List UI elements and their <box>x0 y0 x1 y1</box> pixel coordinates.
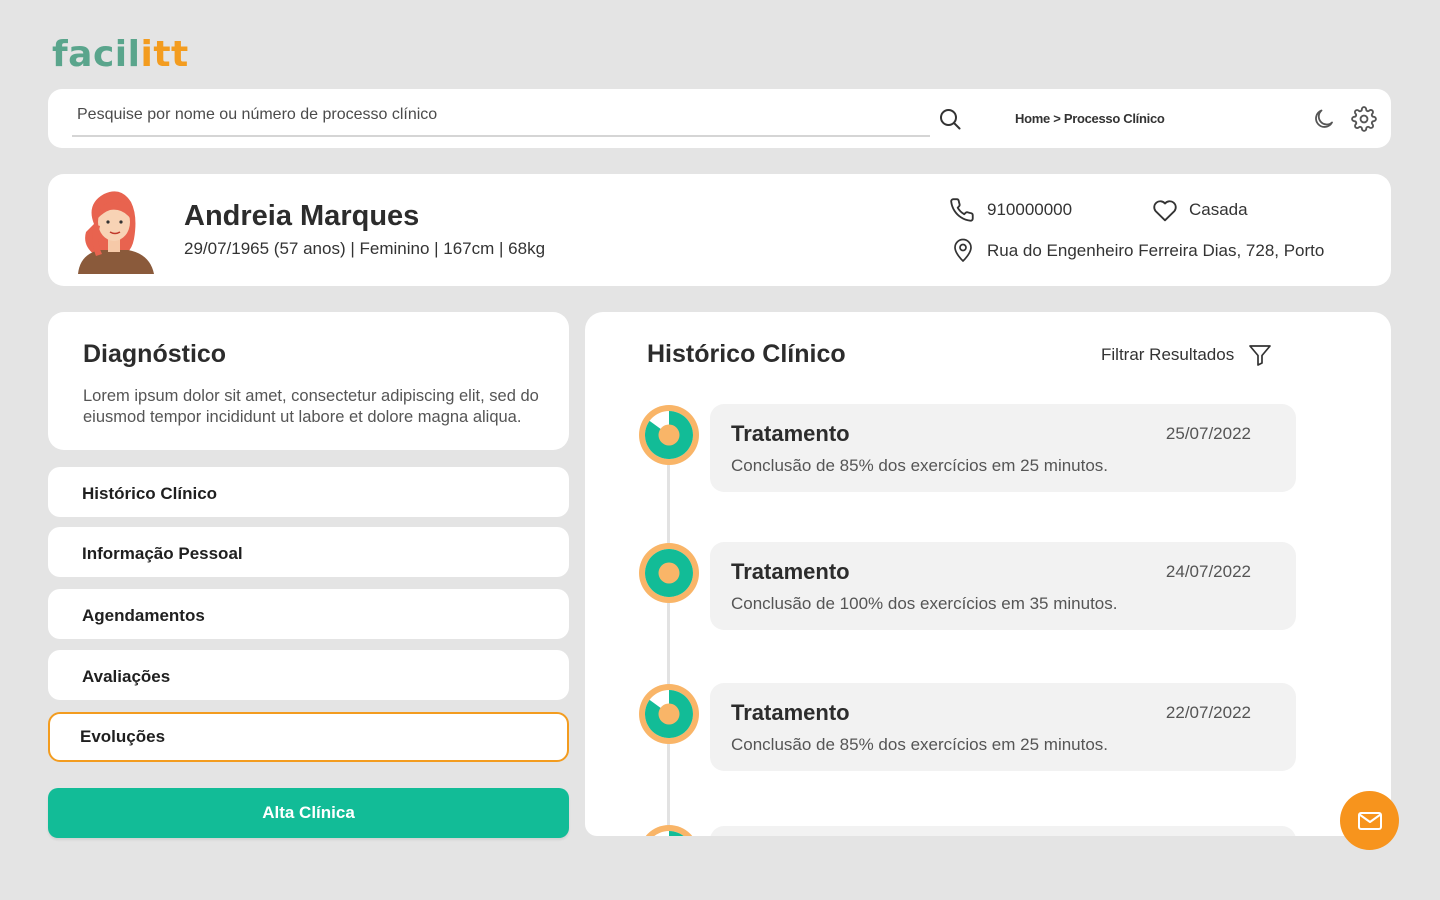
discharge-button[interactable]: Alta Clínica <box>48 788 569 838</box>
entry-description: Conclusão de 85% dos exercícios em 25 mi… <box>731 735 1109 754</box>
patient-avatar <box>78 191 154 274</box>
filter-icon <box>1249 345 1272 366</box>
entry-date: 25/07/2022 <box>1165 424 1251 443</box>
heart-icon <box>1153 200 1177 222</box>
clinical-history-panel: Histórico Clínico Filtrar Resultados Tra… <box>585 312 1391 836</box>
patient-details: 29/07/1965 (57 anos) | Feminino | 167cm … <box>184 239 546 258</box>
patient-name: Andreia Marques <box>184 200 420 232</box>
history-entry-partial[interactable] <box>710 826 1296 836</box>
timeline-line <box>667 434 670 836</box>
logo-text-part1: facil <box>52 34 141 75</box>
search-field <box>72 99 930 137</box>
patient-card: Andreia Marques 29/07/1965 (57 anos) | F… <box>48 174 1391 286</box>
filter-results-button[interactable]: Filtrar Resultados <box>1101 344 1272 366</box>
app-logo[interactable]: facilitt <box>52 34 189 75</box>
nav-evolucoes[interactable]: Evoluções <box>48 712 569 762</box>
history-entry[interactable]: Tratamento 25/07/2022 Conclusão de 85% d… <box>710 404 1296 492</box>
gear-icon[interactable] <box>1351 106 1377 132</box>
message-button[interactable] <box>1340 791 1399 850</box>
progress-ring <box>639 543 699 603</box>
breadcrumb[interactable]: Home > Processo Clínico <box>1015 111 1165 126</box>
nav-avaliacoes[interactable]: Avaliações <box>48 650 569 700</box>
entry-description: Conclusão de 100% dos exercícios em 35 m… <box>731 594 1118 613</box>
search-input[interactable] <box>72 99 930 131</box>
patient-phone: 910000000 <box>987 200 1073 219</box>
patient-address: Rua do Engenheiro Ferreira Dias, 728, Po… <box>987 241 1325 260</box>
diagnosis-title: Diagnóstico <box>83 340 227 368</box>
filter-label: Filtrar Resultados <box>1101 345 1235 364</box>
moon-icon[interactable] <box>1312 107 1336 131</box>
mail-icon <box>1358 812 1382 830</box>
entry-title: Tratamento <box>731 559 850 584</box>
location-pin-icon <box>954 238 972 262</box>
progress-ring-partial <box>645 825 693 836</box>
phone-icon <box>950 198 974 222</box>
nav-agendamentos[interactable]: Agendamentos <box>48 589 569 639</box>
entry-date: 22/07/2022 <box>1165 703 1251 722</box>
search-icon[interactable] <box>938 107 962 131</box>
nav-historico-clinico[interactable]: Histórico Clínico <box>48 467 569 517</box>
entry-title: Tratamento <box>731 700 850 725</box>
nav-informacao-pessoal[interactable]: Informação Pessoal <box>48 527 569 577</box>
history-entry[interactable]: Tratamento 22/07/2022 Conclusão de 85% d… <box>710 683 1296 771</box>
entry-date: 24/07/2022 <box>1165 562 1251 581</box>
entry-description: Conclusão de 85% dos exercícios em 25 mi… <box>731 456 1109 475</box>
diagnosis-card: Diagnóstico Lorem ipsum dolor sit amet, … <box>48 312 569 450</box>
top-bar: Home > Processo Clínico <box>48 89 1391 148</box>
history-entry[interactable]: Tratamento 24/07/2022 Conclusão de 100% … <box>710 542 1296 630</box>
diagnosis-text: Lorem ipsum dolor sit amet, consectetur … <box>83 387 539 426</box>
patient-marital-status: Casada <box>1189 200 1248 219</box>
logo-text-part2: itt <box>140 34 189 75</box>
progress-ring <box>639 684 699 744</box>
history-title: Histórico Clínico <box>647 340 846 368</box>
progress-ring <box>639 405 699 465</box>
entry-title: Tratamento <box>731 421 850 446</box>
